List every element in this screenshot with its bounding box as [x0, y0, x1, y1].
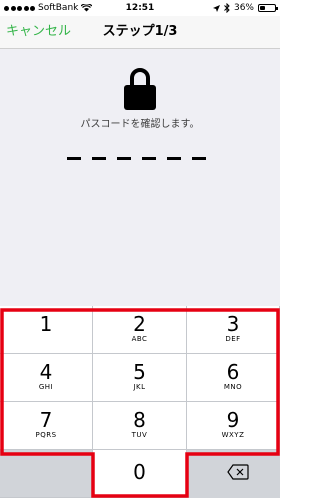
- key-digit: 8: [133, 408, 146, 432]
- battery-fill: [260, 6, 266, 10]
- key-2[interactable]: 2 ABC: [93, 306, 187, 354]
- key-letters: JKL: [133, 383, 146, 391]
- key-digit: 1: [39, 312, 53, 336]
- battery-icon: [258, 4, 278, 12]
- key-7[interactable]: 7 PQRS: [0, 402, 93, 450]
- key-0[interactable]: 0: [93, 450, 187, 498]
- key-8[interactable]: 8 TUV: [93, 402, 187, 450]
- location-arrow-icon: [212, 4, 220, 12]
- key-digit: 9: [226, 408, 240, 432]
- backspace-icon: [227, 464, 249, 480]
- status-bar: SoftBank 12:51 36%: [0, 0, 280, 16]
- passcode-dash: [67, 157, 81, 160]
- delete-button[interactable]: [187, 450, 280, 498]
- key-digit: 2: [133, 312, 146, 336]
- key-letters: GHI: [38, 383, 54, 391]
- passcode-dash: [92, 157, 106, 160]
- key-letters: WXYZ: [221, 431, 245, 439]
- numeric-keypad: 1 2 ABC 3 DEF 4 GHI 5 JKL 6 MNO 7 PQRS 8 TUV 9 WXYZ 0: [0, 306, 280, 498]
- page-title: ステップ1/3: [102, 24, 178, 39]
- key-1[interactable]: 1: [0, 306, 93, 354]
- keypad-empty-slot: [0, 450, 93, 498]
- key-3[interactable]: 3 DEF: [187, 306, 280, 354]
- key-digit: 5: [133, 360, 146, 384]
- status-right: 36%: [212, 0, 278, 16]
- passcode-dash: [117, 157, 131, 160]
- key-digit: 0: [133, 460, 146, 484]
- key-digit: 3: [226, 312, 240, 336]
- key-6[interactable]: 6 MNO: [187, 354, 280, 402]
- passcode-prompt: パスコードを確認します。: [80, 119, 200, 130]
- key-digit: 6: [226, 360, 240, 384]
- bluetooth-icon: [224, 3, 230, 13]
- key-letters: MNO: [223, 383, 243, 391]
- navigation-bar: キャンセル ステップ1/3: [0, 16, 280, 49]
- key-letters: ABC: [131, 335, 148, 343]
- key-9[interactable]: 9 WXYZ: [187, 402, 280, 450]
- key-letters: TUV: [131, 431, 148, 439]
- passcode-dash: [167, 157, 181, 160]
- key-digit: 7: [39, 408, 53, 432]
- lock-icon: [124, 68, 156, 110]
- key-5[interactable]: 5 JKL: [93, 354, 187, 402]
- battery-percent: 36%: [233, 3, 254, 13]
- passcode-dash: [142, 157, 156, 160]
- key-letters: DEF: [225, 335, 241, 343]
- passcode-dash: [192, 157, 206, 160]
- passcode-content: パスコードを確認します。: [0, 49, 280, 306]
- passcode-dashes: [67, 157, 206, 160]
- key-4[interactable]: 4 GHI: [0, 354, 93, 402]
- key-letters: PQRS: [35, 431, 57, 439]
- key-digit: 4: [39, 360, 53, 384]
